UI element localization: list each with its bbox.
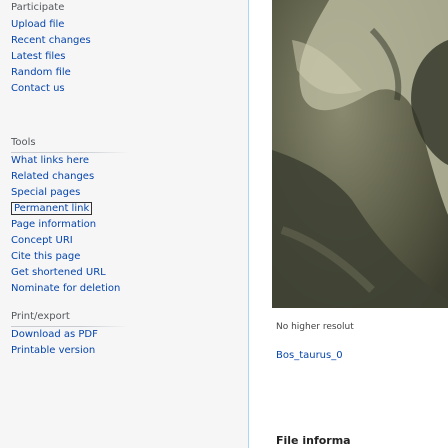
cite-this-page-link[interactable]: Cite this page xyxy=(11,251,80,262)
print-export-list: Download as PDF Printable version xyxy=(11,327,241,359)
recent-changes-link[interactable]: Recent changes xyxy=(11,35,91,46)
file-name-link[interactable]: Bos_taurus_0 xyxy=(276,350,343,361)
participate-portlet: Participate Upload file Recent changes L… xyxy=(11,2,241,97)
sidebar-item-random-file: Random file xyxy=(11,65,241,81)
nominate-for-deletion-link[interactable]: Nominate for deletion xyxy=(11,283,120,294)
special-pages-link[interactable]: Special pages xyxy=(11,187,80,198)
resolution-note: No higher resolut xyxy=(276,322,354,332)
sidebar-item-get-shortened-url: Get shortened URL xyxy=(11,265,241,281)
print-export-portlet: Print/export Download as PDF Printable v… xyxy=(11,311,241,359)
sidebar: Participate Upload file Recent changes L… xyxy=(0,0,248,448)
what-links-here-link[interactable]: What links here xyxy=(11,155,89,166)
download-as-pdf-link[interactable]: Download as PDF xyxy=(11,329,98,340)
sidebar-item-permanent-link: Permanent link xyxy=(11,201,241,217)
random-file-link[interactable]: Random file xyxy=(11,67,71,78)
file-image[interactable] xyxy=(272,0,448,308)
upload-file-link[interactable]: Upload file xyxy=(11,19,64,30)
sidebar-item-concept-uri: Concept URI xyxy=(11,233,241,249)
sidebar-item-contact-us: Contact us xyxy=(11,81,241,97)
sidebar-item-upload-file: Upload file xyxy=(11,17,241,33)
bull-photo-graphic xyxy=(272,0,448,308)
participate-list: Upload file Recent changes Latest files … xyxy=(11,17,241,97)
printable-version-link[interactable]: Printable version xyxy=(11,345,95,356)
sidebar-item-nominate-for-deletion: Nominate for deletion xyxy=(11,281,241,297)
sidebar-item-download-pdf: Download as PDF xyxy=(11,327,241,343)
tools-portlet: Tools What links here Related changes Sp… xyxy=(11,137,241,297)
sidebar-item-recent-changes: Recent changes xyxy=(11,33,241,49)
sidebar-item-cite-this-page: Cite this page xyxy=(11,249,241,265)
sidebar-item-related-changes: Related changes xyxy=(11,169,241,185)
sidebar-item-printable-version: Printable version xyxy=(11,343,241,359)
latest-files-link[interactable]: Latest files xyxy=(11,51,66,62)
tools-heading: Tools xyxy=(11,137,36,148)
sidebar-item-page-information: Page information xyxy=(11,217,241,233)
sidebar-item-latest-files: Latest files xyxy=(11,49,241,65)
file-information-heading: File informa xyxy=(276,434,351,447)
related-changes-link[interactable]: Related changes xyxy=(11,171,94,182)
page-information-link[interactable]: Page information xyxy=(11,219,96,230)
permanent-link-link[interactable]: Permanent link xyxy=(11,202,93,215)
participate-heading: Participate xyxy=(11,2,65,13)
contact-us-link[interactable]: Contact us xyxy=(11,83,65,94)
get-shortened-url-link[interactable]: Get shortened URL xyxy=(11,267,106,278)
concept-uri-link[interactable]: Concept URI xyxy=(11,235,73,246)
sidebar-item-what-links-here: What links here xyxy=(11,153,241,169)
tools-list: What links here Related changes Special … xyxy=(11,153,241,297)
sidebar-item-special-pages: Special pages xyxy=(11,185,241,201)
print-export-heading: Print/export xyxy=(11,311,70,322)
